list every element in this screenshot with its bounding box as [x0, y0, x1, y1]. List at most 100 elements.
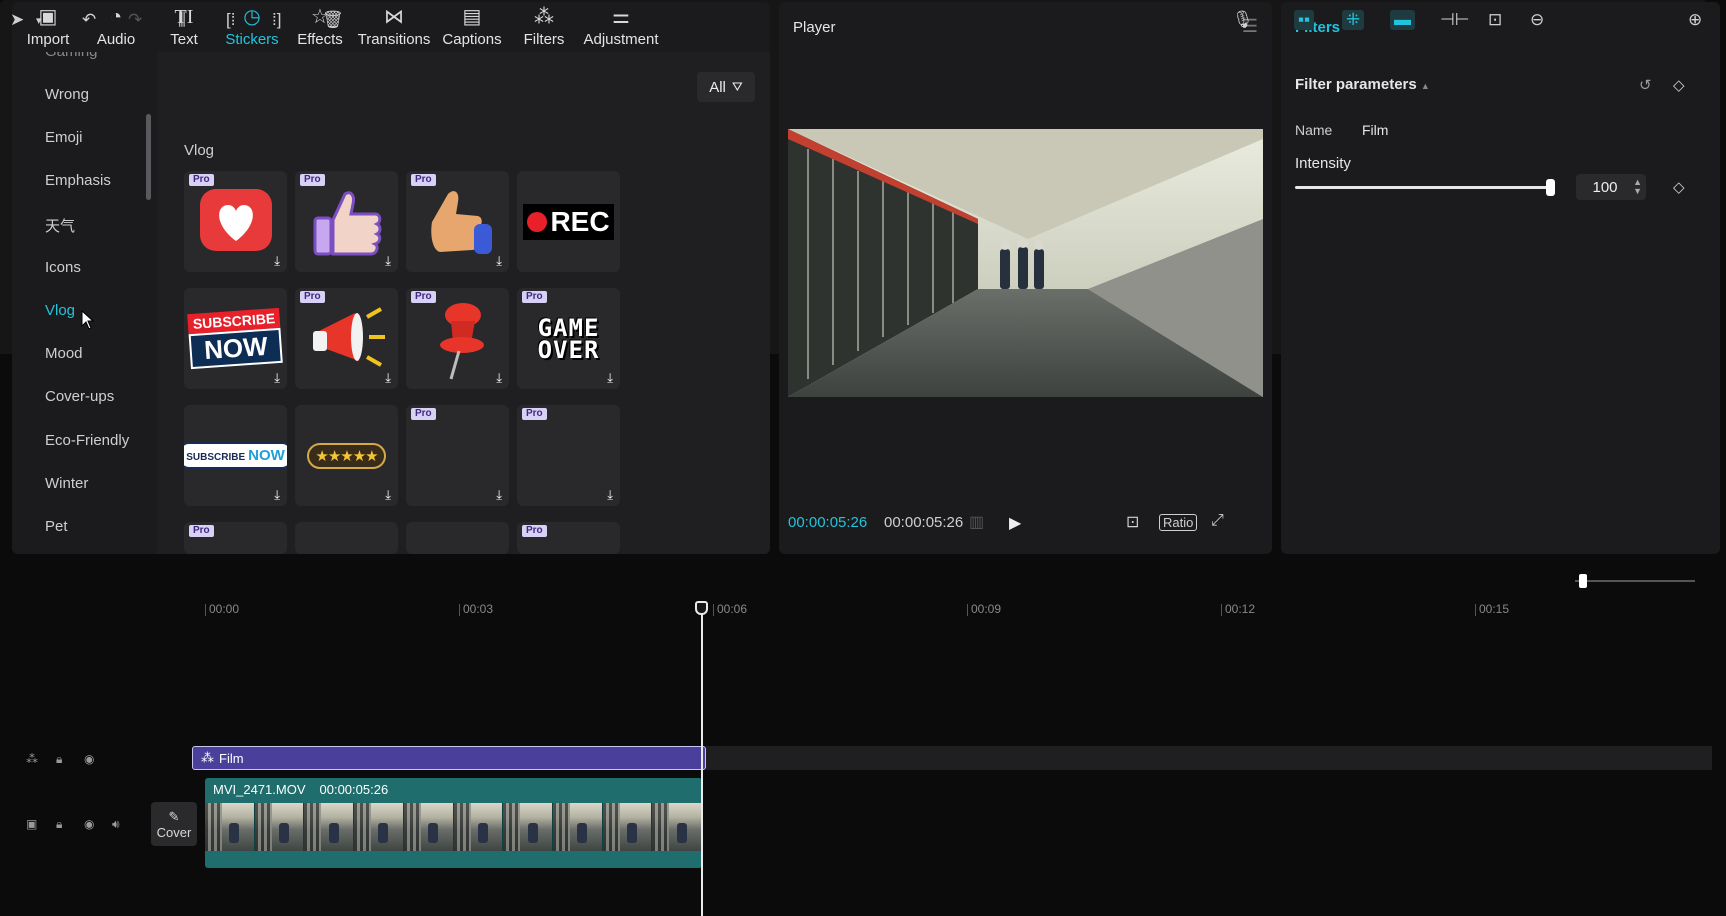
category-item[interactable]: Wrong: [45, 86, 89, 103]
video-clip[interactable]: MVI_2471.MOV 00:00:05:26: [205, 778, 702, 868]
pushpin-sticker[interactable]: Pro ⤓: [406, 288, 509, 389]
category-item[interactable]: Gaming: [45, 52, 98, 60]
tab-transitions[interactable]: ⋈ Transitions: [354, 2, 434, 52]
category-item[interactable]: Mood: [45, 345, 83, 362]
download-icon[interactable]: ⤓: [385, 371, 391, 384]
zoom-out-icon[interactable]: ⊖: [1530, 10, 1544, 30]
playhead-handle[interactable]: [695, 601, 708, 615]
tab-captions[interactable]: ▤ Captions: [434, 2, 510, 52]
microphone-icon[interactable]: 🎙: [1232, 10, 1254, 30]
time-ruler[interactable]: 00:00 00:03 00:06 00:09 00:12 00:15: [12, 600, 1720, 622]
game-over-sticker[interactable]: GAME OVER Pro ⤓: [517, 288, 620, 389]
download-icon[interactable]: ⤓: [496, 488, 502, 501]
rec-sticker[interactable]: REC: [517, 171, 620, 272]
magnet-link-icon[interactable]: ▪▪: [1294, 10, 1315, 30]
speaker-icon[interactable]: 🔊︎: [112, 817, 120, 832]
name-value: Film: [1362, 122, 1389, 138]
five-stars-sticker[interactable]: ★★★★★ ⤓: [295, 405, 398, 506]
split-preview-icon[interactable]: ⊣⊢: [1440, 10, 1470, 30]
keyframe-icon[interactable]: ◇: [1673, 178, 1685, 196]
trim-right-icon[interactable]: ⁞]: [272, 10, 281, 30]
clip-thumbnails: [205, 803, 702, 851]
category-item[interactable]: Eco-Friendly: [45, 432, 129, 449]
category-item[interactable]: Icons: [45, 259, 81, 276]
download-icon[interactable]: ⤓: [385, 488, 391, 501]
category-scrollbar[interactable]: [146, 114, 151, 200]
empty-sticker-2[interactable]: Pro ⤓: [517, 405, 620, 506]
keyframe-icon[interactable]: ◇: [1673, 76, 1685, 94]
download-icon[interactable]: ⤓: [496, 371, 502, 384]
zoom-slider-handle[interactable]: [1579, 574, 1587, 588]
download-icon[interactable]: ⤓: [496, 254, 502, 267]
name-label: Name: [1295, 122, 1333, 138]
download-icon[interactable]: ⤓: [607, 371, 613, 384]
intensity-slider-handle[interactable]: [1546, 179, 1555, 196]
tab-adjustment[interactable]: ⚌ Adjustment: [578, 2, 664, 52]
sticker-tile[interactable]: [295, 522, 398, 554]
video-preview[interactable]: [788, 129, 1263, 397]
lock-icon[interactable]: 🔒︎: [56, 817, 62, 832]
category-item[interactable]: Emphasis: [45, 172, 111, 189]
category-item[interactable]: Emoji: [45, 129, 83, 146]
subscribe-now-bubble-sticker[interactable]: SUBSCRIBE NOW ⤓: [184, 405, 287, 506]
select-tool-icon[interactable]: ➤: [10, 10, 24, 30]
screenshot-icon[interactable]: ⊡: [1126, 512, 1139, 532]
intensity-slider-track[interactable]: [1295, 186, 1554, 189]
chevron-down-icon[interactable]: ▾: [36, 14, 42, 27]
sticker-tile[interactable]: [406, 522, 509, 554]
filter-clip[interactable]: ⁂ Film: [192, 746, 706, 770]
captions-icon: ▤: [462, 6, 482, 28]
reset-icon[interactable]: ↺: [1639, 76, 1652, 94]
split-icon[interactable]: ⫼: [178, 10, 186, 30]
section-title: Vlog: [184, 142, 215, 159]
trim-left-icon[interactable]: [⁞: [226, 10, 235, 30]
download-icon[interactable]: ⤓: [274, 254, 280, 267]
video-frame: [788, 129, 1263, 397]
category-item[interactable]: Pet: [45, 518, 68, 535]
playhead[interactable]: [701, 603, 703, 916]
tab-filters[interactable]: ⁂ Filters: [510, 2, 578, 52]
filter-all-button[interactable]: All ⛛: [697, 72, 755, 102]
sticker-tile[interactable]: Pro: [184, 522, 287, 554]
heart-sticker[interactable]: Pro ⤓: [184, 171, 287, 272]
intensity-input[interactable]: 100 ▲ ▼: [1576, 174, 1646, 200]
filter-parameters-header[interactable]: Filter parameters ▲: [1295, 76, 1430, 93]
total-time: 00:00:05:26: [884, 514, 964, 531]
ratio-button[interactable]: Ratio: [1159, 514, 1198, 531]
media-panel: ▣ Import ◔ Audio TI Text ◷ Stickers ☆ Effects…: [12, 2, 770, 554]
mouse-cursor-icon: [81, 310, 95, 330]
download-icon[interactable]: ⤓: [607, 488, 613, 501]
eye-icon[interactable]: ◉: [84, 752, 94, 766]
lock-icon[interactable]: 🔒︎: [56, 752, 62, 767]
link-icon[interactable]: ▬: [1390, 10, 1415, 30]
cover-button[interactable]: ✎ Cover: [151, 802, 197, 846]
delete-icon[interactable]: 🗑: [322, 10, 344, 30]
category-item[interactable]: Winter: [45, 475, 88, 492]
sticker-grid: All ⛛ Vlog Pro ⤓ Pro ⤓ Pro ⤓ REC SUBSCRIBE NO…: [157, 52, 770, 554]
thumbs-up-sticker[interactable]: Pro ⤓: [295, 171, 398, 272]
zoom-slider-track[interactable]: [1575, 580, 1695, 582]
eye-icon[interactable]: ◉: [84, 817, 94, 831]
category-item-vlog[interactable]: Vlog: [45, 302, 75, 319]
tab-effects[interactable]: ☆ Effects: [286, 2, 354, 52]
download-icon[interactable]: ⤓: [385, 254, 391, 267]
subscribe-now-sticker[interactable]: SUBSCRIBE NOW ⤓: [184, 288, 287, 389]
category-item[interactable]: 天气: [45, 215, 75, 236]
intensity-label: Intensity: [1295, 155, 1351, 172]
download-icon[interactable]: ⤓: [274, 488, 280, 501]
megaphone-sticker[interactable]: Pro ⤓: [295, 288, 398, 389]
grid-icon[interactable]: ▥: [969, 512, 984, 532]
redo-icon[interactable]: ↷: [128, 10, 142, 30]
fullscreen-icon[interactable]: ⤢: [1211, 512, 1224, 530]
zoom-in-icon[interactable]: ⊕: [1688, 10, 1702, 30]
empty-sticker-1[interactable]: Pro ⤓: [406, 405, 509, 506]
undo-icon[interactable]: ↶: [82, 10, 96, 30]
sticker-tile[interactable]: Pro: [517, 522, 620, 554]
download-icon[interactable]: ⤓: [274, 371, 280, 384]
snap-icon[interactable]: ⁜: [1342, 10, 1365, 30]
stepper-icon[interactable]: ▲ ▼: [1633, 178, 1642, 196]
preview-icon[interactable]: ⊡: [1488, 10, 1502, 30]
play-button[interactable]: ▶: [1009, 513, 1021, 533]
hand-thumbs-up-sticker[interactable]: Pro ⤓: [406, 171, 509, 272]
category-item[interactable]: Cover-ups: [45, 388, 114, 405]
